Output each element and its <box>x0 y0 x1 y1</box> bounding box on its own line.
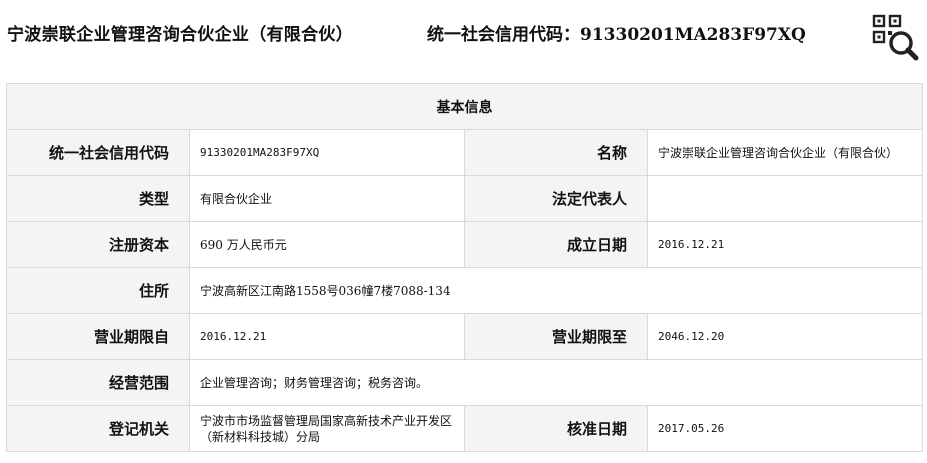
value-legal-rep <box>647 175 923 222</box>
value-credit-code: 91330201MA283F97XQ <box>189 129 465 176</box>
table-row: 住所 宁波高新区江南路1558号036幢7楼7088-134 <box>6 267 923 314</box>
value-term-to: 2046.12.20 <box>647 313 923 360</box>
value-type: 有限合伙企业 <box>189 175 465 222</box>
value-registered-capital: 690 万人民币元 <box>189 221 465 268</box>
label-established-date: 成立日期 <box>464 221 648 268</box>
label-address: 住所 <box>6 267 190 314</box>
value-term-from: 2016.12.21 <box>189 313 465 360</box>
value-address: 宁波高新区江南路1558号036幢7楼7088-134 <box>189 267 923 314</box>
label-credit-code: 统一社会信用代码 <box>6 129 190 176</box>
qr-code-search-icon[interactable] <box>868 12 922 62</box>
company-name: 宁波崇联企业管理咨询合伙企业（有限合伙） <box>7 25 353 45</box>
value-established-date: 2016.12.21 <box>647 221 923 268</box>
page-header: 宁波崇联企业管理咨询合伙企业（有限合伙） 统一社会信用代码：91330201MA… <box>0 0 927 68</box>
table-row: 统一社会信用代码 91330201MA283F97XQ 名称 宁波崇联企业管理咨… <box>6 129 923 176</box>
table-title-row: 基本信息 <box>6 83 923 130</box>
label-name: 名称 <box>464 129 648 176</box>
table-row: 经营范围 企业管理咨询；财务管理咨询；税务咨询。 <box>6 359 923 406</box>
basic-info-table: 基本信息 统一社会信用代码 91330201MA283F97XQ 名称 宁波崇联… <box>6 83 923 452</box>
label-term-to: 营业期限至 <box>464 313 648 360</box>
label-term-from: 营业期限自 <box>6 313 190 360</box>
value-name: 宁波崇联企业管理咨询合伙企业（有限合伙） <box>647 129 923 176</box>
credit-code-heading: 统一社会信用代码：91330201MA283F97XQ <box>427 25 806 45</box>
value-registration-authority: 宁波市市场监督管理局国家高新技术产业开发区（新材料科技城）分局 <box>189 405 465 452</box>
table-row: 注册资本 690 万人民币元 成立日期 2016.12.21 <box>6 221 923 268</box>
label-approval-date: 核准日期 <box>464 405 648 452</box>
table-row: 类型 有限合伙企业 法定代表人 <box>6 175 923 222</box>
label-registered-capital: 注册资本 <box>6 221 190 268</box>
table-row: 登记机关 宁波市市场监督管理局国家高新技术产业开发区（新材料科技城）分局 核准日… <box>6 405 923 452</box>
value-approval-date: 2017.05.26 <box>647 405 923 452</box>
value-business-scope: 企业管理咨询；财务管理咨询；税务咨询。 <box>189 359 923 406</box>
table-title: 基本信息 <box>6 83 923 130</box>
label-legal-rep: 法定代表人 <box>464 175 648 222</box>
label-registration-authority: 登记机关 <box>6 405 190 452</box>
label-type: 类型 <box>6 175 190 222</box>
table-row: 营业期限自 2016.12.21 营业期限至 2046.12.20 <box>6 313 923 360</box>
label-business-scope: 经营范围 <box>6 359 190 406</box>
